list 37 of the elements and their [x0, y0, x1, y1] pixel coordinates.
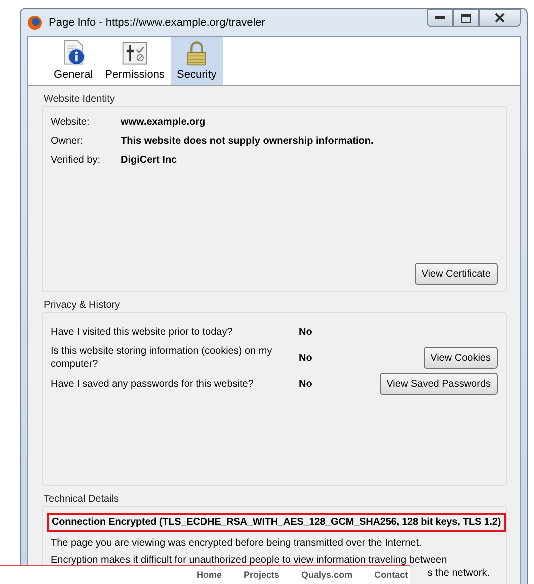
minimize-icon: [435, 16, 445, 20]
minimize-button[interactable]: [427, 9, 453, 27]
view-button[interactable]: View Cookies: [424, 347, 498, 369]
field-label: Website:: [51, 117, 91, 128]
maximize-button[interactable]: [453, 9, 479, 27]
close-button[interactable]: [479, 9, 521, 27]
field-label: Owner:: [51, 136, 84, 147]
description-text: Encryption makes it difficult for unauthorized people to view information traveling between: [51, 555, 448, 566]
close-icon: [495, 13, 505, 23]
field-value: DigiCert Inc: [121, 155, 178, 166]
question-text: Have I visited this website prior to today?: [51, 326, 234, 338]
group-title: Privacy & History: [43, 299, 122, 312]
description-text: s the network.: [428, 568, 490, 579]
answer-text: No: [299, 326, 314, 338]
nav-link[interactable]: Qualys.com: [302, 570, 353, 580]
encryption-status-text: Connection Encrypted (TLS_ECDHE_RSA_WITH_AES_128_GCM_SHA256, 128 bit keys, TLS 1.2): [47, 513, 506, 532]
description-text: The page you are viewing was encrypted before being transmitted over the Internet.: [51, 538, 423, 549]
toolbar-tab[interactable]: General: [48, 37, 100, 85]
field-value: This website does not supply ownership information.: [121, 136, 374, 147]
question-text: Is this website storing information (cookies) on my computer?: [51, 345, 274, 371]
browser-logo-icon: [27, 14, 43, 30]
window-title: Page Info - https://www.example.org/traveler: [49, 16, 266, 28]
group-title: Website Identity: [43, 93, 116, 106]
nav-link[interactable]: Projects: [244, 570, 280, 580]
nav-link[interactable]: Contact: [374, 570, 408, 580]
view-certificate-button[interactable]: View Certificate: [414, 263, 498, 285]
maximize-icon: [461, 14, 471, 22]
toolbar-tab[interactable]: Security: [171, 37, 223, 85]
question-text: Have I saved any passwords for this website?: [51, 378, 255, 390]
view-button[interactable]: View Saved Passwords: [380, 373, 498, 395]
field-value: www.example.org: [121, 117, 206, 128]
answer-text: No: [299, 352, 314, 364]
toolbar-tab[interactable]: Permissions: [99, 37, 172, 85]
nav-link[interactable]: Home: [197, 570, 222, 580]
answer-text: No: [299, 378, 314, 390]
field-label: Verified by:: [51, 155, 102, 166]
group-title: Technical Details: [43, 493, 120, 506]
